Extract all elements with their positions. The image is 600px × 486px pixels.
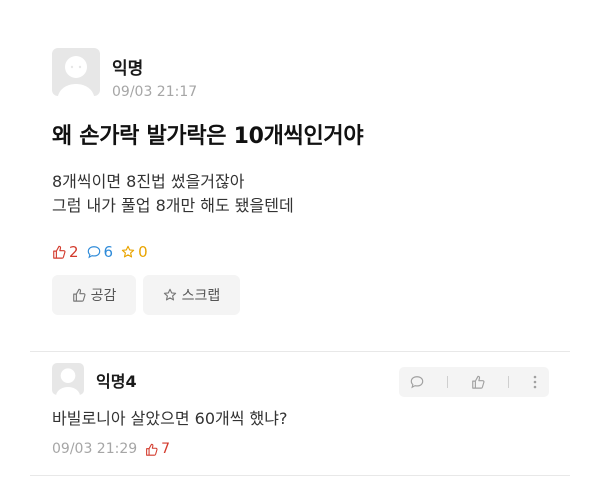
more-vertical-icon [533, 375, 536, 389]
comment-meta: 09/03 21:29 7 [52, 441, 170, 457]
like-button[interactable]: 공감 [52, 275, 136, 315]
comment-like-count-value: 7 [161, 441, 171, 457]
like-count: 2 [52, 243, 79, 261]
comment-count: 6 [87, 243, 114, 261]
action-separator [447, 376, 449, 388]
post-body: 8개씩이면 8진법 썼을거잖아 그럼 내가 풀업 8개만 해도 됐을텐데 [52, 170, 294, 218]
comment-text: 바빌로니아 살았으면 60개씩 했냐? [52, 409, 288, 428]
speech-bubble-icon [411, 376, 424, 389]
thumbs-up-icon [53, 245, 66, 259]
comment-author[interactable]: 익명4 [96, 368, 137, 392]
scrap-button[interactable]: 스크랩 [143, 275, 240, 315]
post-author[interactable]: 익명 [112, 54, 143, 79]
comment-avatar [52, 363, 84, 395]
comment-more-button[interactable] [532, 375, 538, 389]
comment-date: 09/03 21:29 [52, 441, 138, 457]
post-body-line: 8개씩이면 8진법 썼을거잖아 [52, 172, 245, 191]
author-avatar [52, 48, 100, 96]
like-count-value: 2 [69, 243, 79, 261]
thumbs-up-icon [472, 375, 485, 389]
comment-reply-button[interactable] [410, 375, 424, 389]
scrap-button-label: 스크랩 [181, 288, 221, 304]
speech-bubble-icon [87, 246, 100, 259]
like-button-label: 공감 [90, 288, 117, 304]
comment-count-value: 6 [103, 243, 114, 261]
action-separator [507, 376, 509, 388]
thumbs-up-icon [72, 288, 86, 302]
comment-like-button[interactable] [471, 375, 485, 389]
scrap-count: 0 [121, 243, 148, 261]
scrap-count-value: 0 [138, 243, 148, 261]
thumbs-up-icon [146, 443, 158, 456]
comments-divider-bottom [30, 475, 570, 476]
star-icon [121, 245, 135, 258]
comment-like-count: 7 [145, 441, 170, 457]
post-body-line: 그럼 내가 풀업 8개만 해도 됐을텐데 [52, 196, 294, 215]
comment-actions [399, 367, 549, 397]
comments-divider [30, 351, 570, 352]
post-stats: 2 6 0 [52, 243, 148, 261]
post-date: 09/03 21:17 [112, 84, 198, 100]
post-title: 왜 손가락 발가락은 10개씩인거야 [52, 124, 364, 149]
star-icon [163, 288, 176, 301]
